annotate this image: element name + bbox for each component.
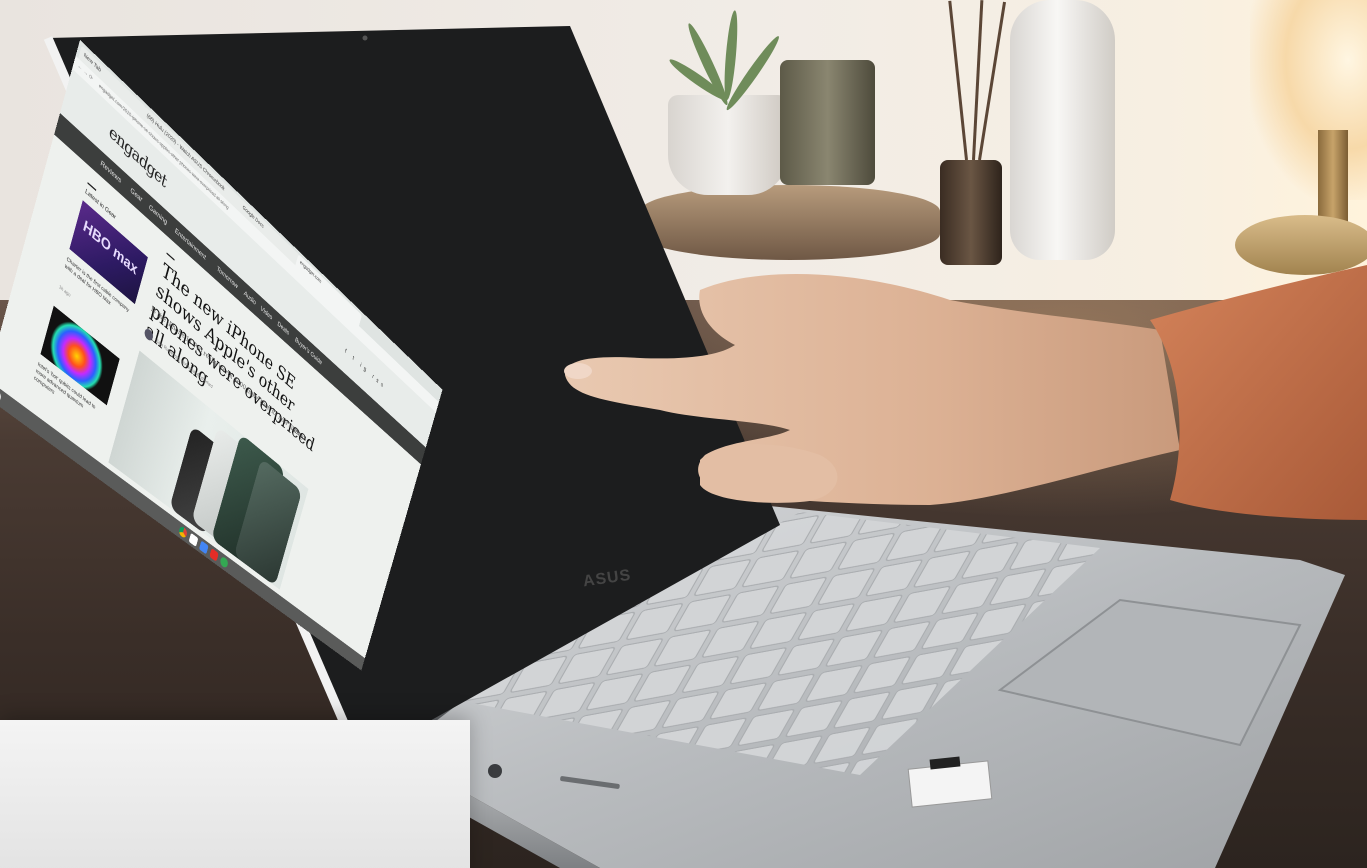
photo-scene: New Tab (66) Hulu (2020) - Watch ASUS Ch… (0, 0, 1367, 868)
sleeve (1150, 265, 1367, 520)
white-box-foreground (0, 720, 470, 868)
hand-palm (565, 273, 1180, 505)
fingernail (564, 363, 592, 379)
